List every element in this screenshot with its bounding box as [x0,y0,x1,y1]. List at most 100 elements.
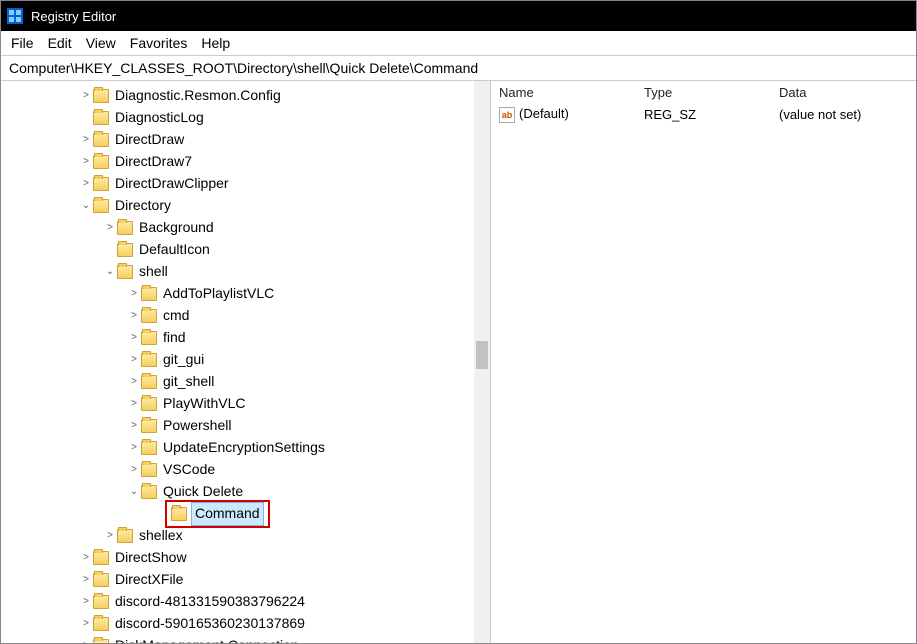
tree-node-label[interactable]: git_gui [161,349,206,371]
chevron-right-icon[interactable]: > [103,220,117,236]
folder-icon [117,529,133,543]
col-header-type[interactable]: Type [644,85,779,100]
chevron-right-icon[interactable]: > [79,88,93,104]
tree-node-label[interactable]: PlayWithVLC [161,393,247,415]
tree-node-label[interactable]: VSCode [161,459,217,481]
menu-file[interactable]: File [11,35,34,51]
chevron-right-icon[interactable]: > [79,594,93,610]
tree-node[interactable]: > Diagnostic.Resmon.Config [1,85,474,107]
tree-node-label[interactable]: Directory [113,195,173,217]
folder-icon [141,353,157,367]
tree-node[interactable]: > shellex [1,525,474,547]
folder-icon [93,617,109,631]
tree-node[interactable]: > DirectDrawClipper [1,173,474,195]
tree-node[interactable]: >DiagnosticLog [1,107,474,129]
tree-node-label[interactable]: Diagnostic.Resmon.Config [113,85,283,107]
chevron-right-icon[interactable]: > [127,352,141,368]
chevron-right-icon[interactable]: > [103,528,117,544]
tree-node-label[interactable]: git_shell [161,371,216,393]
tree-node[interactable]: > UpdateEncryptionSettings [1,437,474,459]
tree-node[interactable]: > DirectDraw [1,129,474,151]
folder-icon [93,199,109,213]
tree-node[interactable]: > discord-590165360230137869 [1,613,474,635]
tree-node-label[interactable]: DirectXFile [113,569,185,591]
tree-node[interactable]: > PlayWithVLC [1,393,474,415]
chevron-down-icon[interactable]: ⌄ [79,198,93,214]
tree-node-label[interactable]: AddToPlaylistVLC [161,283,276,305]
tree-node[interactable]: ⌄ Directory [1,195,474,217]
tree-node[interactable]: > DirectDraw7 [1,151,474,173]
chevron-right-icon[interactable]: > [79,616,93,632]
tree-node-label[interactable]: UpdateEncryptionSettings [161,437,327,459]
folder-icon [93,89,109,103]
value-type-cell: REG_SZ [644,107,779,122]
tree-node-label[interactable]: discord-590165360230137869 [113,613,307,635]
menu-view[interactable]: View [86,35,116,51]
tree-node[interactable]: > git_shell [1,371,474,393]
chevron-right-icon[interactable]: > [127,330,141,346]
tree-node[interactable]: > find [1,327,474,349]
chevron-down-icon[interactable]: ⌄ [127,484,141,500]
tree-node[interactable]: >Command [1,503,474,525]
col-header-data[interactable]: Data [779,85,916,100]
tree-node-label[interactable]: DefaultIcon [137,239,212,261]
tree-node-label[interactable]: Powershell [161,415,233,437]
content-panes: >Diagnostic.Resmon.Config>DiagnosticLog>… [1,81,916,643]
folder-icon [141,485,157,499]
titlebar: Registry Editor [1,1,916,31]
chevron-right-icon[interactable]: > [127,374,141,390]
folder-icon [141,331,157,345]
tree-node[interactable]: > Powershell [1,415,474,437]
tree-scrollbar[interactable] [474,81,490,643]
tree-node[interactable]: > AddToPlaylistVLC [1,283,474,305]
tree-node[interactable]: > cmd [1,305,474,327]
tree-node[interactable]: > DiskManagement.Connection [1,635,474,643]
tree-node[interactable]: > DirectShow [1,547,474,569]
tree-node-label[interactable]: cmd [161,305,191,327]
chevron-right-icon[interactable]: > [127,462,141,478]
chevron-right-icon[interactable]: > [127,440,141,456]
folder-icon [141,375,157,389]
tree-node[interactable]: ⌄ shell [1,261,474,283]
chevron-right-icon[interactable]: > [79,176,93,192]
tree-node-label[interactable]: DirectDrawClipper [113,173,231,195]
tree-node[interactable]: > Background [1,217,474,239]
tree-node-label[interactable]: shellex [137,525,185,547]
chevron-right-icon[interactable]: > [127,308,141,324]
chevron-right-icon[interactable]: > [79,132,93,148]
tree-view[interactable]: >Diagnostic.Resmon.Config>DiagnosticLog>… [1,81,474,643]
chevron-right-icon[interactable]: > [79,550,93,566]
tree-node-label[interactable]: Background [137,217,216,239]
tree-node-label[interactable]: DirectDraw7 [113,151,194,173]
menu-favorites[interactable]: Favorites [130,35,188,51]
chevron-down-icon[interactable]: ⌄ [103,264,117,280]
tree-node[interactable]: > discord-481331590383796224 [1,591,474,613]
tree-node-label[interactable]: DirectShow [113,547,189,569]
chevron-right-icon[interactable]: > [79,638,93,643]
menu-help[interactable]: Help [201,35,230,51]
menu-edit[interactable]: Edit [48,35,72,51]
tree-node[interactable]: > git_gui [1,349,474,371]
scroll-thumb[interactable] [476,341,488,369]
tree-node-label[interactable]: DiskManagement.Connection [113,635,301,643]
col-header-name[interactable]: Name [499,85,644,100]
chevron-right-icon[interactable]: > [127,286,141,302]
tree-node-label[interactable]: DirectDraw [113,129,186,151]
tree-node[interactable]: >DefaultIcon [1,239,474,261]
highlighted-node: Command [165,500,270,528]
tree-node[interactable]: > DirectXFile [1,569,474,591]
tree-node[interactable]: > VSCode [1,459,474,481]
folder-icon [93,595,109,609]
folder-icon [93,111,109,125]
chevron-right-icon[interactable]: > [127,396,141,412]
tree-node-label[interactable]: find [161,327,188,349]
chevron-right-icon[interactable]: > [127,418,141,434]
chevron-right-icon[interactable]: > [79,154,93,170]
chevron-right-icon[interactable]: > [79,572,93,588]
tree-node-label[interactable]: DiagnosticLog [113,107,206,129]
value-row[interactable]: ab(Default)REG_SZ(value not set) [491,104,916,125]
tree-node-label[interactable]: Command [191,502,264,526]
tree-node-label[interactable]: discord-481331590383796224 [113,591,307,613]
address-bar[interactable]: Computer\HKEY_CLASSES_ROOT\Directory\she… [1,55,916,81]
tree-node-label[interactable]: shell [137,261,170,283]
